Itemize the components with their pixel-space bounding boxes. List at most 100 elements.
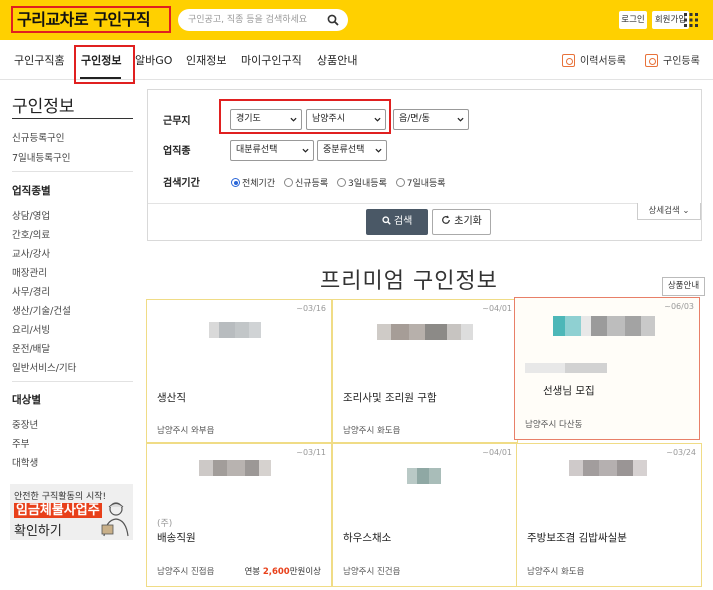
sidebar: 구인정보 신규등록구인 7일내등록구인 업직종별 상담/영업 간호/의료 교사/…: [0, 80, 135, 590]
menu-grid-icon[interactable]: [683, 12, 699, 28]
sidebar-job-item[interactable]: 매장관리: [12, 265, 47, 279]
premium-section-title: 프리미엄 구인정보: [320, 269, 498, 294]
product-guide-button[interactable]: 상품안내: [662, 277, 705, 296]
login-button[interactable]: 로그인: [619, 11, 647, 29]
chevron-down-icon: [375, 148, 382, 153]
location-label: 근무지: [163, 116, 191, 127]
sidebar-job-item[interactable]: 생산/기술/건설: [12, 303, 71, 317]
company-logo-blurred: [199, 460, 271, 476]
card-deadline: ~04/01: [482, 448, 512, 457]
resume-icon: [562, 54, 575, 67]
company-logo-blurred: [569, 460, 647, 476]
period-option-label: 7일내등록: [406, 179, 446, 189]
job-sub-select[interactable]: 중분류선택: [317, 140, 387, 161]
sidebar-heading-target: 대상별: [12, 394, 41, 406]
card-deadline: ~03/11: [296, 448, 326, 457]
detail-search-toggle[interactable]: 상세검색 ⌄: [637, 203, 701, 220]
banner-line3: 확인하기: [14, 524, 62, 539]
period-option-all[interactable]: 전체기간: [231, 178, 276, 189]
search-input[interactable]: [188, 13, 323, 27]
nav-item-talent[interactable]: 인재정보: [186, 52, 226, 68]
card-deadline: ~03/16: [296, 304, 326, 313]
resume-register-label: 이력서등록: [580, 56, 626, 67]
sidebar-target-item[interactable]: 주부: [12, 436, 29, 450]
reset-button[interactable]: 초기화: [432, 209, 491, 235]
town-value: 읍/면/동: [399, 114, 430, 124]
job-card[interactable]: ~03/16 생산직 남양주시 와부읍: [146, 299, 332, 443]
period-option-label: 전체기간: [242, 179, 276, 189]
sidebar-target-item[interactable]: 대학생: [12, 455, 38, 469]
sidebar-job-item[interactable]: 운전/배달: [12, 341, 50, 355]
radio-checked-icon: [231, 178, 240, 187]
company-logo-blurred: [553, 316, 655, 336]
town-select[interactable]: 읍/면/동: [393, 109, 469, 130]
nav-item-albago[interactable]: 알바GO: [135, 52, 172, 68]
sidebar-job-item[interactable]: 사무/경리: [12, 284, 50, 298]
salary-amount: 2,600: [262, 567, 290, 577]
period-option-label: 3일내등록: [348, 179, 387, 189]
card-job-title: 배송직원: [157, 532, 196, 544]
period-option-new[interactable]: 신규등록: [284, 178, 329, 189]
nav-item-home[interactable]: 구인구직홈: [14, 52, 65, 68]
sidebar-link-new[interactable]: 신규등록구인: [12, 130, 64, 144]
job-main-select[interactable]: 대분류선택: [230, 140, 314, 161]
period-option-label: 신규등록: [295, 179, 329, 189]
job-register-label: 구인등록: [663, 56, 700, 67]
job-card[interactable]: ~04/01 하우스채소 남양주시 진건읍: [332, 443, 518, 587]
card-deadline: ~04/01: [482, 304, 512, 313]
job-card[interactable]: ~03/24 주방보조겸 김밥싸실분 남양주시 화도읍: [516, 443, 702, 587]
card-job-title: 생산직: [157, 392, 186, 404]
chevron-down-icon: [457, 117, 464, 122]
sidebar-divider: [12, 171, 133, 172]
sidebar-job-item[interactable]: 일반서비스/기타: [12, 360, 76, 374]
nav-item-my-page[interactable]: 마이구인구직: [241, 52, 302, 68]
salary-prefix: 연봉: [244, 567, 261, 577]
card-job-title: 하우스채소: [343, 532, 392, 544]
wage-check-banner[interactable]: 안전한 구직활동의 시작! 임금체불사업주 확인하기: [10, 484, 133, 540]
job-card[interactable]: ~03/11 (주) 배송직원 남양주시 진접읍 연봉 2,600만원이상: [146, 443, 332, 587]
logo-suffix: 구인구직: [93, 10, 151, 29]
sidebar-title: 구인정보: [12, 97, 75, 117]
top-header: 구리교차로 구인구직 로그인 회원가입: [0, 0, 713, 40]
job-card[interactable]: ~04/01 조리사및 조리원 구함 남양주시 화도읍: [332, 299, 518, 443]
chevron-down-icon: ⌄: [682, 206, 690, 216]
nav-item-products[interactable]: 상품안내: [317, 52, 357, 68]
period-option-7days[interactable]: 7일내등록: [395, 178, 446, 189]
resume-register-link[interactable]: 이력서등록: [562, 52, 626, 67]
location-highlight-box: [219, 99, 391, 134]
search-icon[interactable]: [327, 14, 339, 26]
search-box: [178, 9, 348, 31]
card-salary: 연봉 2,600만원이상: [244, 565, 321, 577]
logo-prefix: 구리: [17, 10, 46, 29]
sidebar-job-item[interactable]: 간호/의료: [12, 227, 50, 241]
job-register-link[interactable]: 구인등록: [645, 52, 700, 67]
card-location: 남양주시 화도읍: [343, 426, 401, 436]
sidebar-heading-job: 업직종별: [12, 185, 51, 197]
radio-icon: [284, 178, 293, 187]
search-button[interactable]: 검색: [366, 209, 428, 235]
radio-icon: [337, 178, 346, 187]
card-location: 남양주시 화도읍: [527, 567, 585, 577]
card-location: 남양주시 진건읍: [343, 567, 401, 577]
site-logo[interactable]: 구리교차로 구인구직: [11, 6, 171, 33]
card-location: 남양주시 진접읍: [157, 567, 215, 577]
search-icon: [382, 216, 391, 225]
card-job-title: 조리사및 조리원 구함: [343, 392, 437, 404]
sidebar-job-item[interactable]: 요리/서빙: [12, 322, 50, 336]
filter-divider: [148, 203, 701, 204]
sidebar-job-item[interactable]: 상담/영업: [12, 208, 50, 222]
company-logo-blurred: [377, 324, 473, 340]
job-card-highlighted[interactable]: ~06/03 선생님 모집 남양주시 다산동: [514, 297, 700, 440]
job-main-value: 대분류선택: [236, 145, 278, 155]
sidebar-target-item[interactable]: 중장년: [12, 417, 38, 431]
chevron-down-icon: [302, 148, 309, 153]
period-option-3days[interactable]: 3일내등록: [337, 178, 387, 189]
sidebar-title-line: [12, 118, 133, 119]
sidebar-job-item[interactable]: 교사/강사: [12, 246, 50, 260]
card-deadline: ~03/24: [666, 448, 696, 457]
company-logo-blurred: [407, 468, 441, 484]
sidebar-link-7days[interactable]: 7일내등록구인: [12, 150, 70, 164]
detail-search-label: 상세검색: [648, 206, 680, 216]
period-label: 검색기간: [163, 178, 200, 189]
card-deadline: ~06/03: [664, 302, 694, 311]
